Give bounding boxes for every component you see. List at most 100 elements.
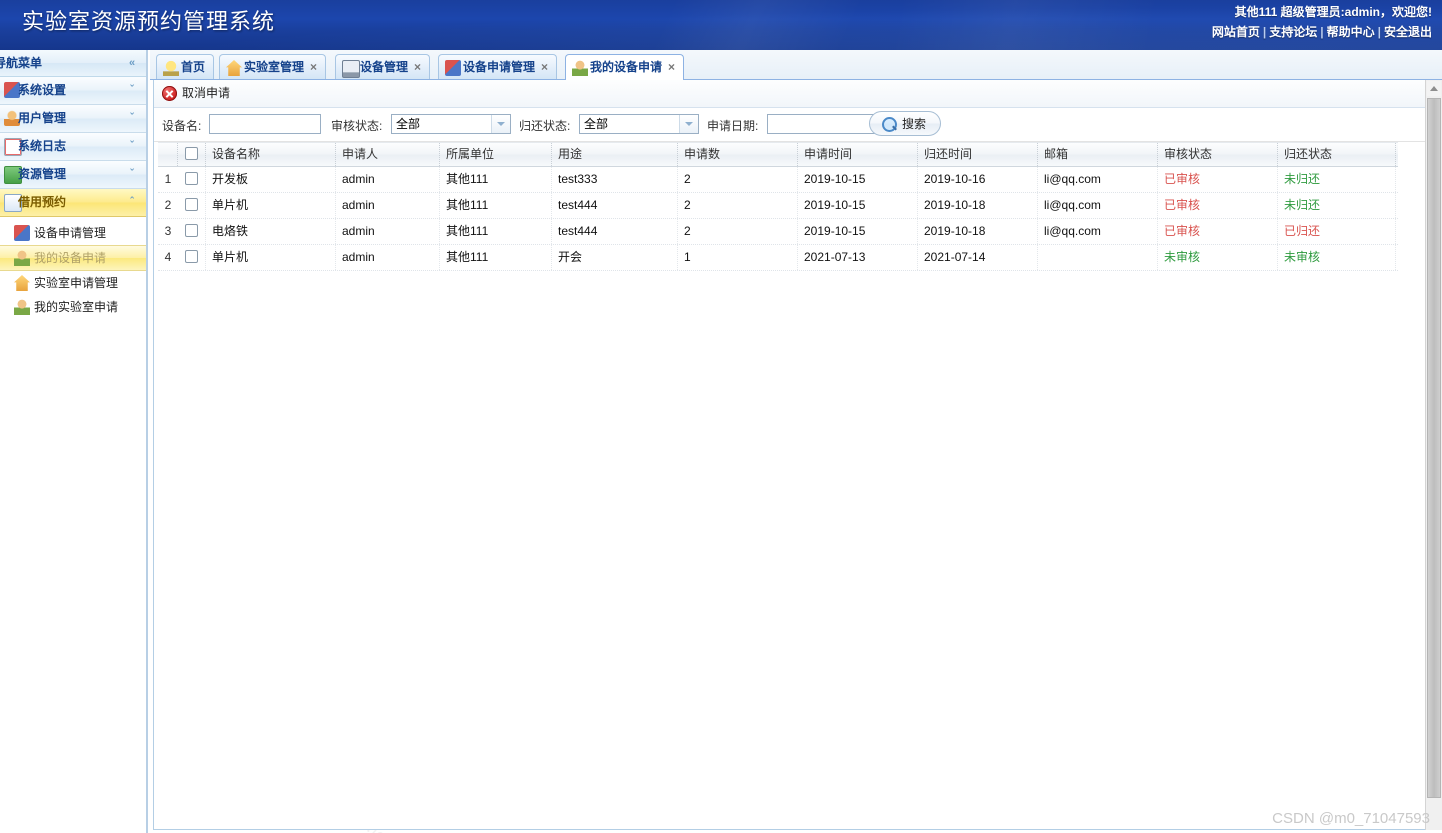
sidebar-item-label: 设备申请管理 [34,226,107,240]
column-header-device-name[interactable]: 设备名称 [206,143,336,166]
device-name-input[interactable] [209,114,321,134]
select-all-checkbox[interactable] [185,147,198,160]
main-area: javayms.github.io javayms.github.io java… [150,50,1442,833]
scroll-up-arrow-icon[interactable] [1427,81,1441,96]
vertical-scrollbar[interactable] [1425,80,1442,830]
tab-bar: 首页 实验室管理 × 设备管理 × 设备申请管理 × 我的设备申请 × [150,50,1442,80]
page-title: 实验室资源预约管理系统 [22,9,276,34]
cell-return-status: 未审核 [1278,245,1396,270]
tab-device-application-management[interactable]: 设备申请管理 × [438,54,558,79]
select-all-header[interactable] [178,143,206,166]
column-header-email[interactable]: 邮箱 [1038,143,1158,166]
header-user-area: 其他111 超级管理员:admin，欢迎您! 网站首页 | 支持论坛 | 帮助中心 | 安全… [1212,4,1432,41]
link-help-center[interactable]: 帮助中心 [1327,25,1375,39]
column-header-audit-status[interactable]: 审核状态 [1158,143,1278,166]
close-icon[interactable]: × [668,55,675,79]
close-icon[interactable]: × [414,55,421,79]
magnifier-icon [882,117,897,132]
cell-count: 2 [678,193,798,218]
sidebar-group-system-log[interactable]: 系统日志 ˇ [0,133,146,161]
row-number: 1 [164,172,172,186]
sidebar-item-my-lab-application[interactable]: 我的实验室申请 [0,295,146,319]
cell-return-time: 2019-10-18 [918,219,1038,244]
column-header-applicant[interactable]: 申请人 [336,143,440,166]
cell-purpose: test444 [552,193,678,218]
chevron-down-icon[interactable] [491,115,510,133]
sidebar-group-label: 系统设置 [18,83,67,97]
audit-status-value: 全部 [396,117,421,131]
sidebar-panel-header[interactable]: 导航菜单 « [0,50,146,77]
table-row[interactable]: 1 开发板 admin 其他111 test333 2 2019-10-15 2… [158,167,1398,193]
link-support-forum[interactable]: 支持论坛 [1269,25,1317,39]
chevron-down-icon[interactable]: ˇ [125,112,139,126]
close-icon[interactable]: × [310,55,317,79]
tab-device-management[interactable]: 设备管理 × [335,54,431,79]
table-row[interactable]: 4 单片机 admin 其他111 开会 1 2021-07-13 2021-0… [158,245,1398,271]
sidebar-group-booking[interactable]: 借用预约 ˆ [0,189,146,217]
close-icon[interactable]: × [541,55,548,79]
tab-home[interactable]: 首页 [156,54,215,79]
content-panel: 取消申请 设备名: 审核状态: 全部 归还状态: 全部 申请日期: 搜索 设备名… [153,80,1427,830]
welcome-text: 其他111 超级管理员:admin，欢迎您! [1234,5,1432,19]
cell-return-time: 2021-07-14 [918,245,1038,270]
tab-my-device-application[interactable]: 我的设备申请 × [565,54,685,80]
row-select-cell[interactable] [178,193,206,218]
scrollbar-thumb[interactable] [1427,98,1441,798]
row-checkbox[interactable] [185,198,198,211]
cell-unit: 其他111 [440,167,552,192]
cell-apply-time: 2021-07-13 [798,245,918,270]
cell-unit: 其他111 [440,193,552,218]
sidebar-item-lab-application-management[interactable]: 实验室申请管理 [0,271,146,295]
person-icon [14,250,30,266]
cell-return-status: 未归还 [1278,167,1396,192]
sidebar-item-my-device-application[interactable]: 我的设备申请 [0,245,146,271]
sidebar-group-resource-management[interactable]: 资源管理 ˇ [0,161,146,189]
sidebar-group-label: 借用预约 [18,195,67,209]
sidebar-panel-title: 导航菜单 [0,56,43,70]
audit-status-select[interactable]: 全部 [391,114,511,134]
chevron-down-icon[interactable]: ˇ [125,140,139,154]
device-name-label: 设备名: [162,119,202,133]
chevron-down-icon[interactable]: ˇ [125,84,139,98]
cell-return-status: 未归还 [1278,193,1396,218]
chevron-up-icon[interactable]: ˆ [125,196,139,210]
column-header-apply-time[interactable]: 申请时间 [798,143,918,166]
cancel-application-button[interactable]: 取消申请 [162,83,230,103]
chevron-down-icon[interactable] [679,115,698,133]
cell-applicant: admin [336,219,440,244]
cell-audit-status: 已审核 [1158,193,1278,218]
row-select-cell[interactable] [178,245,206,270]
column-header-unit[interactable]: 所属单位 [440,143,552,166]
sidebar-group-user-management[interactable]: 用户管理 ˇ [0,105,146,133]
collapse-all-icon[interactable]: « [125,57,139,71]
search-button[interactable]: 搜索 [869,111,942,136]
row-select-cell[interactable] [178,219,206,244]
cell-purpose: 开会 [552,245,678,270]
sidebar-group-system-settings[interactable]: 系统设置 ˇ [0,77,146,105]
column-header-return-status[interactable]: 归还状态 [1278,143,1396,166]
table-row[interactable]: 2 单片机 admin 其他111 test444 2 2019-10-15 2… [158,193,1398,219]
chevron-down-icon[interactable]: ˇ [125,168,139,182]
monitor-icon [342,60,360,78]
tab-lab-management[interactable]: 实验室管理 × [219,54,327,79]
cell-email: li@qq.com [1038,219,1158,244]
row-checkbox[interactable] [185,224,198,237]
apply-date-label: 申请日期: [707,119,759,133]
link-site-home[interactable]: 网站首页 [1212,25,1260,39]
cell-applicant: admin [336,167,440,192]
table-row[interactable]: 3 电烙铁 admin 其他111 test444 2 2019-10-15 2… [158,219,1398,245]
cell-email: li@qq.com [1038,193,1158,218]
sidebar-item-device-application-management[interactable]: 设备申请管理 [0,221,146,245]
row-checkbox[interactable] [185,250,198,263]
row-select-cell[interactable] [178,167,206,192]
app-header: 实验室资源预约管理系统 其他111 超级管理员:admin，欢迎您! 网站首页 |… [0,0,1442,50]
return-status-select[interactable]: 全部 [579,114,699,134]
column-header-return-time[interactable]: 归还时间 [918,143,1038,166]
cell-device-name: 开发板 [206,167,336,192]
row-checkbox[interactable] [185,172,198,185]
link-logout[interactable]: 安全退出 [1384,25,1432,39]
column-header-count[interactable]: 申请数 [678,143,798,166]
rownum-header [158,143,178,166]
column-header-purpose[interactable]: 用途 [552,143,678,166]
cancel-application-label: 取消申请 [182,86,231,100]
